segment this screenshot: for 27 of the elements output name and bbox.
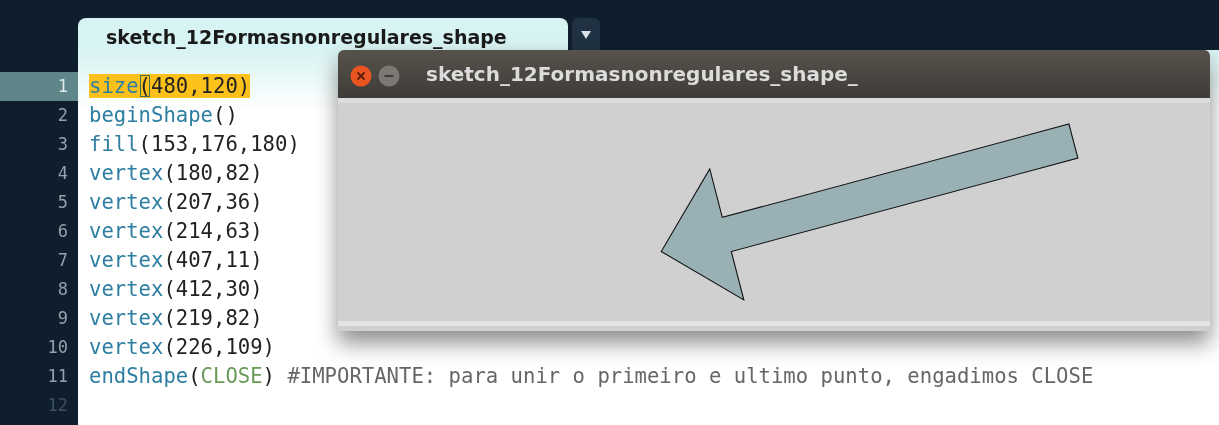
window-title: sketch_12Formasnonregulares_shape_ <box>426 61 858 88</box>
line-number: 8 <box>56 278 69 301</box>
line-number: 1 <box>0 72 78 101</box>
editor-tab[interactable]: sketch_12Formasnonregulares_shape <box>78 18 568 50</box>
code-line: vertex(219,82) <box>89 305 264 332</box>
line-number: 3 <box>56 133 69 156</box>
line-number: 11 <box>46 365 69 388</box>
line-number: 7 <box>56 249 69 272</box>
close-button[interactable] <box>350 63 372 85</box>
caret-icon <box>581 30 591 39</box>
line-number: 6 <box>56 220 69 243</box>
code-line: vertex(407,11) <box>89 247 264 274</box>
code-line: endShape(CLOSE) #IMPORTANTE: para unir o primeiro e ultimo punto, engadimos CLOSE <box>89 363 1095 390</box>
code-line: vertex(180,82) <box>89 160 264 187</box>
tab-menu-button[interactable] <box>572 18 600 50</box>
code-line: vertex(412,30) <box>89 276 264 303</box>
line-number: 2 <box>56 104 69 127</box>
line-number: 5 <box>56 191 69 214</box>
code-line: beginShape() <box>89 102 239 129</box>
code-line: vertex(226,109) <box>89 334 276 361</box>
code-line: vertex(214,63) <box>89 218 264 245</box>
minimize-button[interactable] <box>378 63 400 85</box>
line-number: 4 <box>56 162 69 185</box>
line-number: 10 <box>46 336 69 359</box>
code-line: vertex(207,36) <box>89 189 264 216</box>
line-number: 9 <box>56 307 69 330</box>
code-line: fill(153,176,180) <box>89 131 301 158</box>
